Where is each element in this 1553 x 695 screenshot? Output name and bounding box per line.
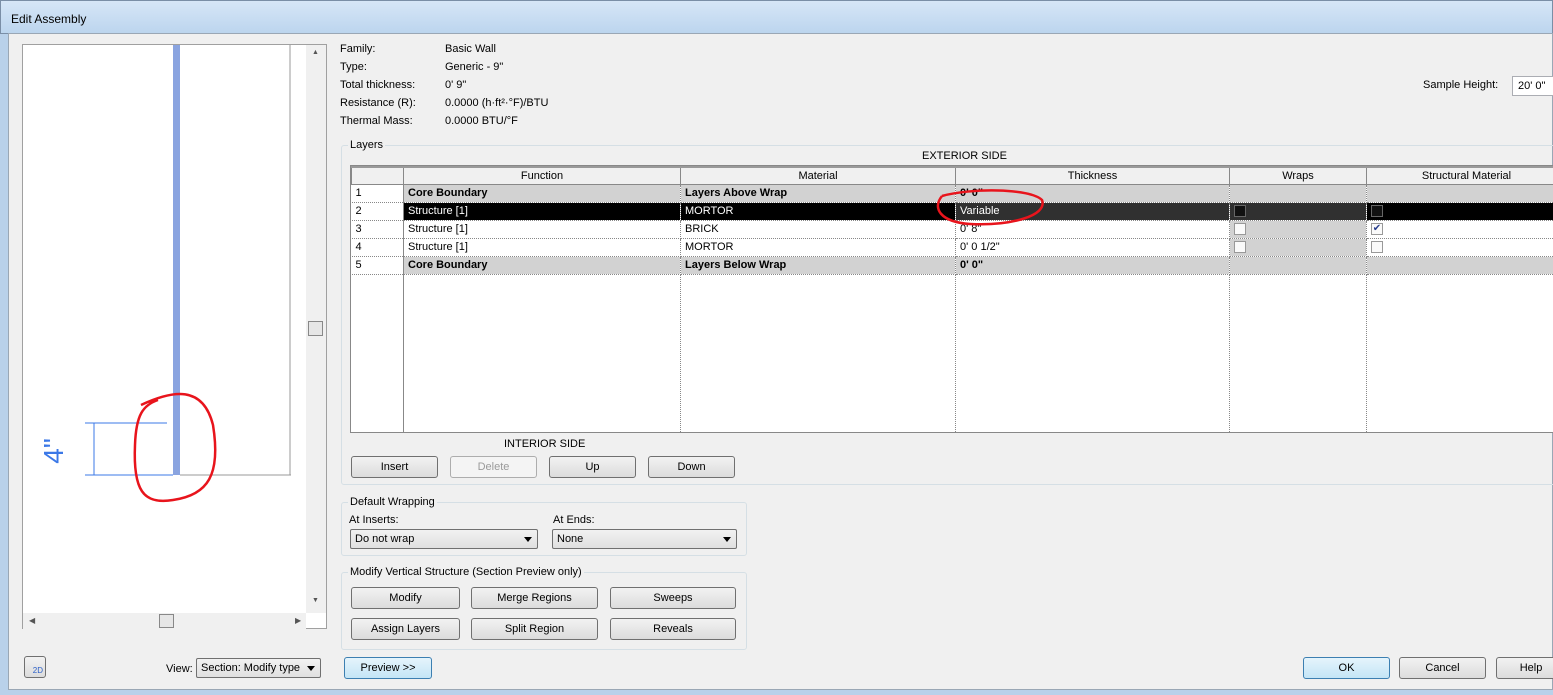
interior-side-label: INTERIOR SIDE xyxy=(504,438,586,450)
horizontal-scrollbar[interactable]: ◀ ▶ xyxy=(23,613,306,629)
horizontal-scroll-thumb[interactable] xyxy=(159,614,174,628)
function-cell[interactable]: Structure [1] xyxy=(403,202,681,221)
view-label: View: xyxy=(166,663,193,675)
split-region-button[interactable]: Split Region xyxy=(471,618,598,640)
resistance-value: 0.0000 (h·ft²·°F)/BTU xyxy=(445,97,549,109)
at-inserts-label: At Inserts: xyxy=(349,514,399,526)
exterior-side-label: EXTERIOR SIDE xyxy=(922,150,1007,162)
header-thickness[interactable]: Thickness xyxy=(955,166,1230,185)
at-inserts-select[interactable]: Do not wrap xyxy=(350,529,538,549)
material-cell[interactable]: MORTOR xyxy=(680,202,956,221)
thickness-cell[interactable]: 0' 0" xyxy=(955,256,1230,275)
row-number[interactable]: 4 xyxy=(351,238,404,257)
chevron-down-icon xyxy=(307,666,315,671)
row-number[interactable]: 1 xyxy=(351,184,404,203)
layers-group-label: Layers xyxy=(348,139,386,151)
sample-height-input[interactable]: 20' 0" xyxy=(1512,76,1553,96)
header-material[interactable]: Material xyxy=(680,166,956,185)
preview-button[interactable]: Preview >> xyxy=(344,657,432,679)
table-row[interactable]: 4 Structure [1] MORTOR 0' 0 1/2" xyxy=(351,238,1553,257)
wraps-checkbox[interactable] xyxy=(1234,223,1246,236)
structural-checkbox[interactable]: ✔ xyxy=(1371,223,1383,236)
type-label: Type: xyxy=(340,61,367,73)
wraps-checkbox[interactable] xyxy=(1234,241,1246,254)
scroll-right-icon[interactable]: ▶ xyxy=(295,616,301,625)
up-button[interactable]: Up xyxy=(549,456,636,478)
material-cell[interactable]: Layers Below Wrap xyxy=(680,256,956,275)
sample-height-label: Sample Height: xyxy=(1423,79,1499,91)
total-thickness-label: Total thickness: xyxy=(340,79,416,91)
structural-checkbox[interactable] xyxy=(1371,241,1383,254)
thermal-mass-value: 0.0000 BTU/°F xyxy=(445,115,518,127)
function-cell[interactable]: Structure [1] xyxy=(403,238,681,257)
at-ends-value: None xyxy=(557,533,584,545)
function-cell[interactable]: Structure [1] xyxy=(403,220,681,239)
insert-button[interactable]: Insert xyxy=(351,456,438,478)
row-number[interactable]: 3 xyxy=(351,220,404,239)
chevron-down-icon xyxy=(723,537,731,542)
material-cell[interactable]: BRICK xyxy=(680,220,956,239)
modify-vertical-structure-label: Modify Vertical Structure (Section Previ… xyxy=(348,566,584,578)
window-title: Edit Assembly xyxy=(11,12,87,26)
section-preview[interactable]: 4" ▲ ▼ ◀ ▶ xyxy=(22,44,327,629)
scroll-up-icon[interactable]: ▲ xyxy=(312,49,319,56)
family-label: Family: xyxy=(340,43,376,55)
merge-regions-button[interactable]: Merge Regions xyxy=(471,587,598,609)
table-row[interactable]: 5 Core Boundary Layers Below Wrap 0' 0" xyxy=(351,256,1553,275)
structural-cell xyxy=(1366,184,1553,203)
wall-section-drawing xyxy=(85,45,291,503)
at-ends-label: At Ends: xyxy=(553,514,595,526)
at-ends-select[interactable]: None xyxy=(552,529,737,549)
row-number[interactable]: 2 xyxy=(351,202,404,221)
delete-button[interactable]: Delete xyxy=(450,456,537,478)
thickness-cell[interactable]: 0' 0 1/2" xyxy=(955,238,1230,257)
title-bar: Edit Assembly xyxy=(0,0,1553,34)
vertical-scroll-thumb[interactable] xyxy=(308,321,323,336)
scroll-down-icon[interactable]: ▼ xyxy=(312,597,319,604)
wraps-checkbox[interactable] xyxy=(1234,205,1246,218)
wraps-cell xyxy=(1229,256,1367,275)
structural-checkbox[interactable] xyxy=(1371,205,1383,218)
toggle-2d-icon[interactable]: 2D xyxy=(24,656,46,678)
function-cell[interactable]: Core Boundary xyxy=(403,256,681,275)
at-inserts-value: Do not wrap xyxy=(355,533,415,545)
total-thickness-value: 0' 9" xyxy=(445,79,467,91)
header-structural-material[interactable]: Structural Material xyxy=(1366,166,1553,185)
wall-layer xyxy=(173,45,180,475)
view-value: Section: Modify type xyxy=(201,662,301,674)
header-num xyxy=(351,166,404,185)
material-cell[interactable]: Layers Above Wrap xyxy=(680,184,956,203)
resistance-label: Resistance (R): xyxy=(340,97,416,109)
cancel-button[interactable]: Cancel xyxy=(1399,657,1486,679)
table-header: Function Material Thickness Wraps Struct… xyxy=(351,166,1553,185)
sweeps-button[interactable]: Sweeps xyxy=(610,587,736,609)
red-annotation-circle xyxy=(936,189,1044,226)
reveals-button[interactable]: Reveals xyxy=(610,618,736,640)
view-select[interactable]: Section: Modify type xyxy=(196,658,321,678)
ok-button[interactable]: OK xyxy=(1303,657,1390,679)
function-cell[interactable]: Core Boundary xyxy=(403,184,681,203)
thermal-mass-label: Thermal Mass: xyxy=(340,115,413,127)
assign-layers-button[interactable]: Assign Layers xyxy=(351,618,460,640)
scroll-left-icon[interactable]: ◀ xyxy=(29,616,35,625)
row-number[interactable]: 5 xyxy=(351,256,404,275)
modify-button[interactable]: Modify xyxy=(351,587,460,609)
header-wraps[interactable]: Wraps xyxy=(1229,166,1367,185)
chevron-down-icon xyxy=(524,537,532,542)
structural-cell xyxy=(1366,256,1553,275)
down-button[interactable]: Down xyxy=(648,456,735,478)
type-value: Generic - 9" xyxy=(445,61,504,73)
vertical-scrollbar[interactable]: ▲ ▼ xyxy=(306,45,326,613)
default-wrapping-label: Default Wrapping xyxy=(348,496,437,508)
header-function[interactable]: Function xyxy=(403,166,681,185)
family-value: Basic Wall xyxy=(445,43,496,55)
wraps-cell xyxy=(1229,184,1367,203)
dimension-text: 4" xyxy=(37,438,69,464)
material-cell[interactable]: MORTOR xyxy=(680,238,956,257)
help-button[interactable]: Help xyxy=(1496,657,1553,679)
